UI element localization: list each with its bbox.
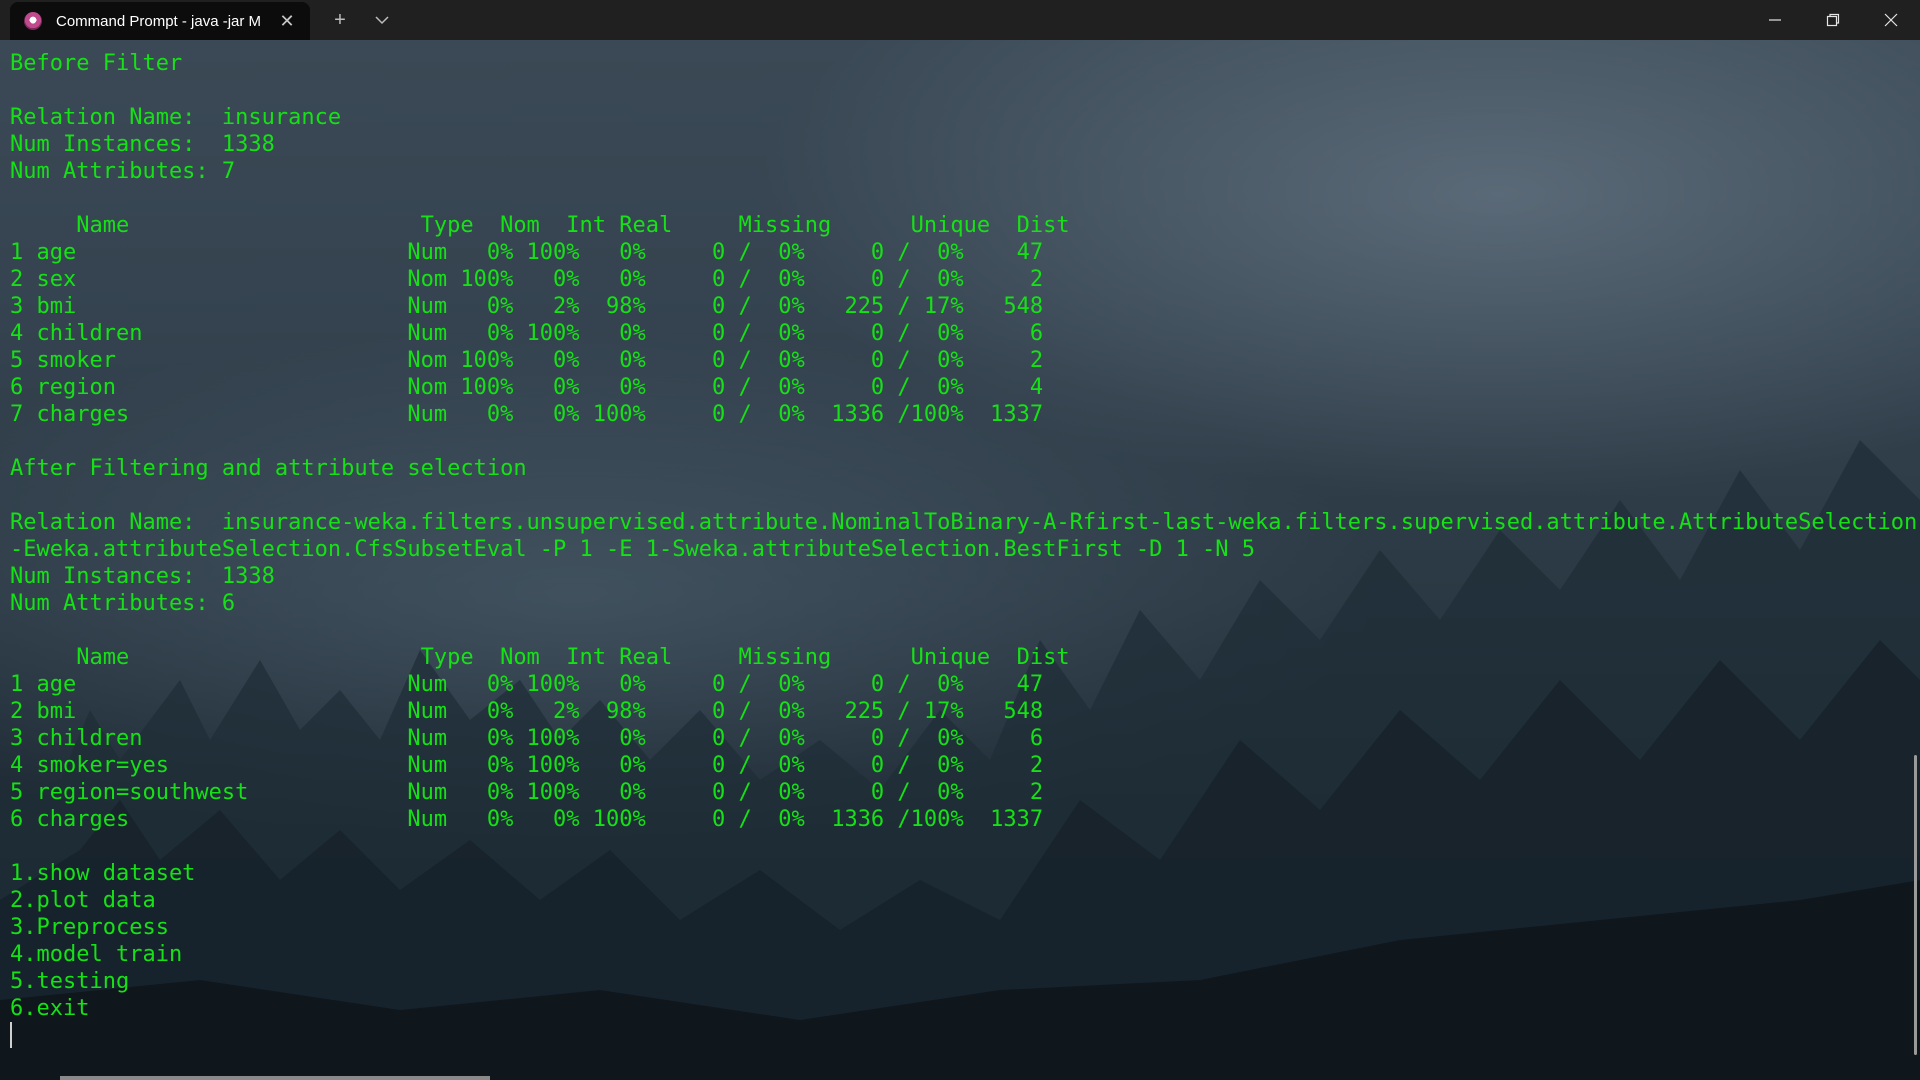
terminal-line: 1.show dataset: [10, 861, 196, 886]
close-icon: [1884, 13, 1898, 27]
terminal-line: -Eweka.attributeSelection.CfsSubsetEval …: [10, 537, 1256, 562]
terminal-line: Num Instances: 1338: [10, 564, 275, 589]
terminal-line: After Filtering and attribute selection: [10, 456, 527, 481]
vertical-scrollbar[interactable]: [1914, 755, 1917, 1055]
terminal-line: 5.testing: [10, 969, 130, 994]
terminal-line: 6.exit: [10, 996, 90, 1021]
close-button[interactable]: [1862, 0, 1920, 40]
terminal-line: Relation Name: insurance: [10, 105, 342, 130]
terminal-line: Num Attributes: 7: [10, 159, 236, 184]
terminal-line: Num Attributes: 6: [10, 591, 236, 616]
new-tab-button[interactable]: +: [320, 0, 360, 40]
terminal-line: 2 bmi Num 0% 2% 98% 0 / 0% 225 / 17% 548: [10, 699, 1044, 724]
terminal-line: 4 smoker=yes Num 0% 100% 0% 0 / 0% 0 / 0…: [10, 753, 1044, 778]
minimize-button[interactable]: [1746, 0, 1804, 40]
tab-dropdown-button[interactable]: [362, 0, 402, 40]
minimize-icon: [1769, 19, 1781, 21]
terminal-line: 3.Preprocess: [10, 915, 169, 940]
terminal-line: 5 smoker Nom 100% 0% 0% 0 / 0% 0 / 0% 2: [10, 348, 1044, 373]
terminal-line: Name Type Nom Int Real Missing Unique Di…: [10, 645, 1070, 670]
terminal-line: 2.plot data: [10, 888, 156, 913]
terminal-window: Command Prompt - java -jar M ✕ + Before …: [0, 0, 1920, 1080]
terminal-line: 1 age Num 0% 100% 0% 0 / 0% 0 / 0% 47: [10, 672, 1044, 697]
active-tab[interactable]: Command Prompt - java -jar M ✕: [10, 2, 310, 40]
terminal-line: Before Filter: [10, 51, 183, 76]
terminal-line: 7 charges Num 0% 0% 100% 0 / 0% 1336 /10…: [10, 402, 1044, 427]
terminal-line: Name Type Nom Int Real Missing Unique Di…: [10, 213, 1070, 238]
text-cursor: [10, 1022, 12, 1048]
tab-close-icon[interactable]: ✕: [276, 10, 298, 32]
terminal-line: 1 age Num 0% 100% 0% 0 / 0% 0 / 0% 47: [10, 240, 1044, 265]
tab-title: Command Prompt - java -jar M: [56, 12, 262, 30]
terminal-line: 6 region Nom 100% 0% 0% 0 / 0% 0 / 0% 4: [10, 375, 1044, 400]
terminal-line: Num Instances: 1338: [10, 132, 275, 157]
chevron-down-icon: [375, 16, 389, 25]
terminal-line: 4 children Num 0% 100% 0% 0 / 0% 0 / 0% …: [10, 321, 1044, 346]
terminal-line: 3 children Num 0% 100% 0% 0 / 0% 0 / 0% …: [10, 726, 1044, 751]
terminal-line: 5 region=southwest Num 0% 100% 0% 0 / 0%…: [10, 780, 1044, 805]
restore-icon: [1826, 13, 1840, 27]
terminal-app-icon: [24, 12, 42, 30]
terminal-line: 6 charges Num 0% 0% 100% 0 / 0% 1336 /10…: [10, 807, 1044, 832]
terminal-output[interactable]: Before Filter Relation Name: insurance Num…: [10, 50, 1918, 1022]
terminal-line: 4.model train: [10, 942, 183, 967]
terminal-line: 3 bmi Num 0% 2% 98% 0 / 0% 225 / 17% 548: [10, 294, 1044, 319]
terminal-line: Relation Name: insurance-weka.filters.un…: [10, 510, 1918, 535]
horizontal-scroll-indicator: [60, 1076, 490, 1080]
title-bar: Command Prompt - java -jar M ✕ +: [0, 0, 1920, 40]
terminal-line: 2 sex Nom 100% 0% 0% 0 / 0% 0 / 0% 2: [10, 267, 1044, 292]
restore-button[interactable]: [1804, 0, 1862, 40]
